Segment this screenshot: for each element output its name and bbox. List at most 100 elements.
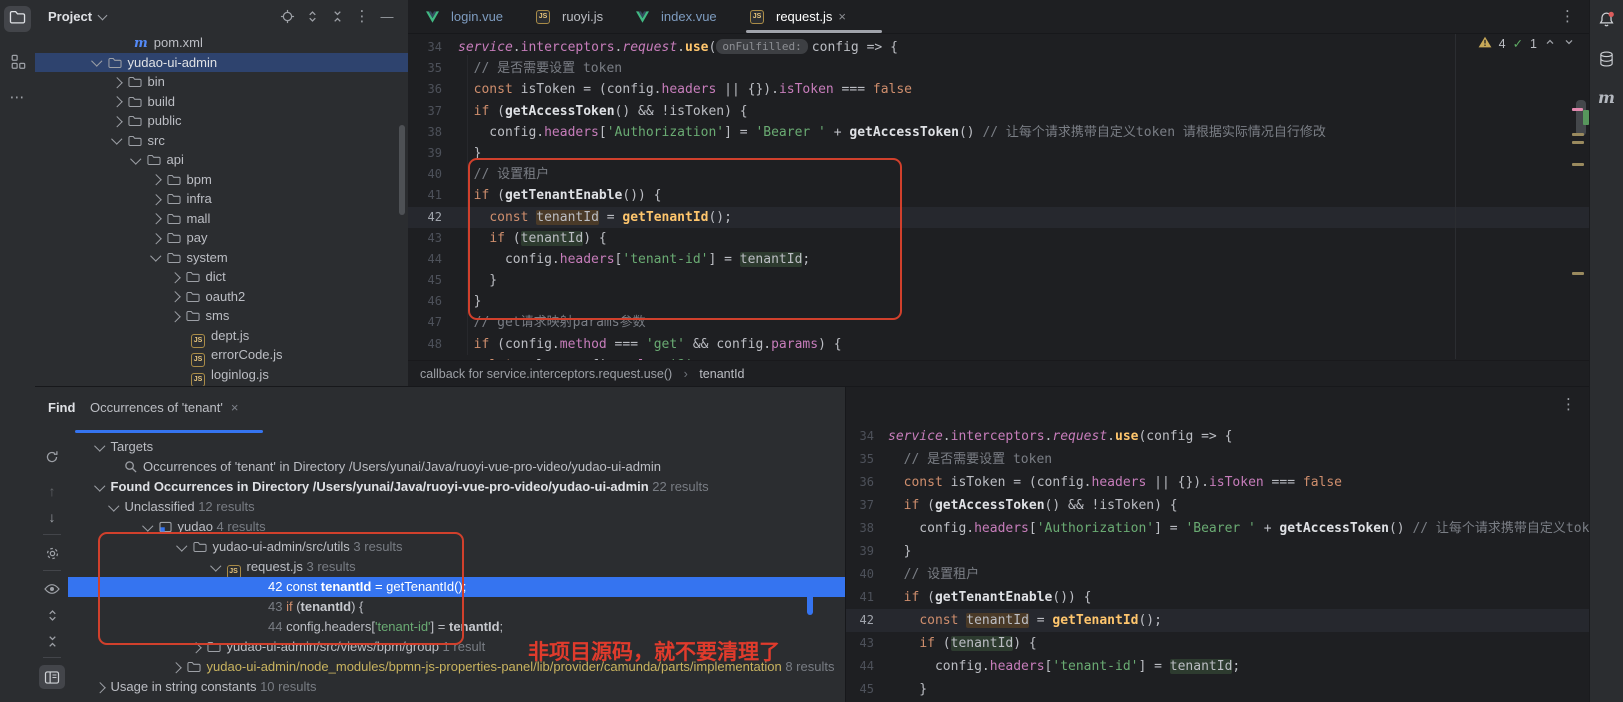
project-tree-item-build[interactable]: build xyxy=(35,92,408,112)
chevron-expanded-icon[interactable] xyxy=(210,560,221,571)
project-tree-item-bpm[interactable]: bpm xyxy=(35,170,408,190)
chevron-collapsed-icon[interactable] xyxy=(150,194,161,205)
chevron-collapsed-icon[interactable] xyxy=(150,213,161,224)
chevron-expanded-icon[interactable] xyxy=(111,133,122,144)
rerun-search-button[interactable] xyxy=(39,445,65,469)
editor-tab-ruoyi.js[interactable]: JSruoyi.js xyxy=(526,0,642,33)
code-line-46[interactable]: 46 } xyxy=(408,291,1623,312)
code-line-41[interactable]: 41 if (getTenantEnable()) { xyxy=(846,586,1623,609)
editor-tab-index.vue[interactable]: index.vue xyxy=(626,0,756,33)
chevron-expanded-icon[interactable] xyxy=(142,520,153,531)
editor-options-button[interactable]: ⋮ xyxy=(1560,7,1575,25)
code-line-44[interactable]: 44 config.headers['tenant-id'] = tenantI… xyxy=(846,655,1623,678)
code-line-43[interactable]: 43 if (tenantId) { xyxy=(408,228,1623,249)
editor-tab-request.js[interactable]: JSrequest.js× xyxy=(740,0,888,33)
find-result-row-8[interactable]: 43 if (tenantId) { xyxy=(68,597,845,617)
project-tree-item-system[interactable]: system xyxy=(35,248,408,268)
inspection-widget[interactable]: 4 ✓ 1 xyxy=(1478,36,1575,51)
breadcrumb[interactable]: callback for service.interceptors.reques… xyxy=(408,360,1623,386)
database-tool-button[interactable] xyxy=(1593,48,1620,74)
chevron-expanded-icon[interactable] xyxy=(150,250,161,261)
chevron-collapsed-icon[interactable] xyxy=(169,272,180,283)
chevron-collapsed-icon[interactable] xyxy=(111,116,122,127)
locate-file-button[interactable] xyxy=(276,0,298,33)
expand-all-button[interactable] xyxy=(301,0,323,33)
code-line-35[interactable]: 35 // 是否需要设置 token xyxy=(408,58,1623,79)
find-result-row-5[interactable]: yudao-ui-admin/src/utils 3 results xyxy=(68,537,845,557)
project-options-button[interactable]: ⋮ xyxy=(351,0,373,33)
maven-tool-button[interactable]: m xyxy=(1593,84,1620,110)
settings-button[interactable] xyxy=(39,541,65,565)
code-line-42[interactable]: 42 const tenantId = getTenantId(); xyxy=(846,609,1623,632)
chevron-expanded-icon[interactable] xyxy=(108,500,119,511)
code-line-47[interactable]: 47 // get请求映射params参数 xyxy=(408,312,1623,333)
code-line-38[interactable]: 38 config.headers['Authorization'] = 'Be… xyxy=(408,122,1623,143)
find-result-row-2[interactable]: Found Occurrences in Directory /Users/yu… xyxy=(68,477,845,497)
chevron-collapsed-icon[interactable] xyxy=(169,291,180,302)
project-tree-item-dict[interactable]: dict xyxy=(35,267,408,287)
code-line-40[interactable]: 40 // 设置租户 xyxy=(846,563,1623,586)
code-line-34[interactable]: 34service.interceptors.request.use(confi… xyxy=(846,425,1623,448)
project-tree-item-api[interactable]: api xyxy=(35,150,408,170)
next-occurrence-button[interactable]: ↓ xyxy=(39,505,65,529)
find-result-row-1[interactable]: Occurrences of 'tenant' in Directory /Us… xyxy=(68,457,845,477)
code-line-34[interactable]: 34service.interceptors.request.use(onFul… xyxy=(408,37,1623,58)
code-line-39[interactable]: 39 } xyxy=(408,143,1623,164)
chevron-collapsed-icon[interactable] xyxy=(169,311,180,322)
breadcrumb-element[interactable]: tenantId xyxy=(699,367,744,381)
code-line-38[interactable]: 38 config.headers['Authorization'] = 'Be… xyxy=(846,517,1623,540)
project-tree-item-loginlog.js[interactable]: JSloginlog.js xyxy=(35,365,408,385)
find-result-row-3[interactable]: Unclassified 12 results xyxy=(68,497,845,517)
code-line-36[interactable]: 36 const isToken = (config.headers || {}… xyxy=(846,471,1623,494)
breadcrumb-context[interactable]: callback for service.interceptors.reques… xyxy=(420,367,672,381)
chevron-collapsed-icon[interactable] xyxy=(111,77,122,88)
project-tree-item-oauth2[interactable]: oauth2 xyxy=(35,287,408,307)
close-icon[interactable]: × xyxy=(231,400,239,415)
project-scrollbar-thumb[interactable] xyxy=(399,125,405,215)
project-tree-item-infra[interactable]: infra xyxy=(35,189,408,209)
find-result-row-9[interactable]: 44 config.headers['tenant-id'] = tenantI… xyxy=(68,617,845,637)
close-tab-icon[interactable]: × xyxy=(838,9,846,24)
find-result-row-12[interactable]: Usage in string constants 10 results xyxy=(68,677,845,697)
project-panel-title[interactable]: Project xyxy=(48,9,92,24)
chevron-collapsed-icon[interactable] xyxy=(170,662,181,673)
project-tree-item-mall[interactable]: mall xyxy=(35,209,408,229)
preview-filter-button[interactable] xyxy=(39,577,65,601)
find-result-row-7[interactable]: 42 const tenantId = getTenantId(); xyxy=(68,577,845,597)
collapse-all-button[interactable] xyxy=(39,629,65,653)
project-tree-item-pom.xml[interactable]: mpom.xml xyxy=(35,33,408,53)
find-results-tab[interactable]: Occurrences of 'tenant'× xyxy=(90,400,238,415)
project-tree-item-yudao-ui-admin[interactable]: yudao-ui-admin xyxy=(35,53,408,73)
code-line-40[interactable]: 40 // 设置租户 xyxy=(408,164,1623,185)
preview-code[interactable]: 34service.interceptors.request.use(confi… xyxy=(846,425,1623,701)
project-tool-button[interactable] xyxy=(4,6,31,32)
code-editor[interactable]: 34service.interceptors.request.use(onFul… xyxy=(408,34,1623,364)
chevron-expanded-icon[interactable] xyxy=(176,540,187,551)
hide-project-panel-button[interactable]: — xyxy=(376,0,398,33)
preview-editor[interactable]: ⋮ — 34service.interceptors.request.use(c… xyxy=(845,387,1623,702)
project-tree-item-sms[interactable]: sms xyxy=(35,306,408,326)
chevron-collapsed-icon[interactable] xyxy=(94,682,105,693)
find-options-button[interactable]: ⋮ xyxy=(1561,395,1576,413)
code-line-41[interactable]: 41 if (getTenantEnable()) { xyxy=(408,185,1623,206)
find-result-row-6[interactable]: JSrequest.js 3 results xyxy=(68,557,845,577)
show-preview-button[interactable] xyxy=(39,665,65,689)
code-line-48[interactable]: 48 if (config.method === 'get' && config… xyxy=(408,334,1623,355)
find-tree-scrollbar-thumb[interactable] xyxy=(807,591,813,615)
code-line-42[interactable]: 42 const tenantId = getTenantId(); xyxy=(408,207,1623,228)
project-tree-item-public[interactable]: public xyxy=(35,111,408,131)
code-line-37[interactable]: 37 if (getAccessToken() && !isToken) { xyxy=(408,101,1623,122)
find-result-row-4[interactable]: yudao 4 results xyxy=(68,517,845,537)
code-line-45[interactable]: 45 } xyxy=(408,270,1623,291)
chevron-expanded-icon[interactable] xyxy=(94,480,105,491)
project-tree-item-src[interactable]: src xyxy=(35,131,408,151)
find-result-row-0[interactable]: Targets xyxy=(68,437,845,457)
project-tree-item-pay[interactable]: pay xyxy=(35,228,408,248)
notifications-button[interactable] xyxy=(1593,8,1620,34)
next-problem-button[interactable] xyxy=(1563,36,1575,51)
more-tool-windows-button[interactable]: ⋯ xyxy=(4,84,31,110)
previous-occurrence-button[interactable]: ↑ xyxy=(39,479,65,503)
chevron-collapsed-icon[interactable] xyxy=(150,174,161,185)
editor-tab-login.vue[interactable]: login.vue xyxy=(416,0,542,33)
code-line-36[interactable]: 36 const isToken = (config.headers || {}… xyxy=(408,79,1623,100)
